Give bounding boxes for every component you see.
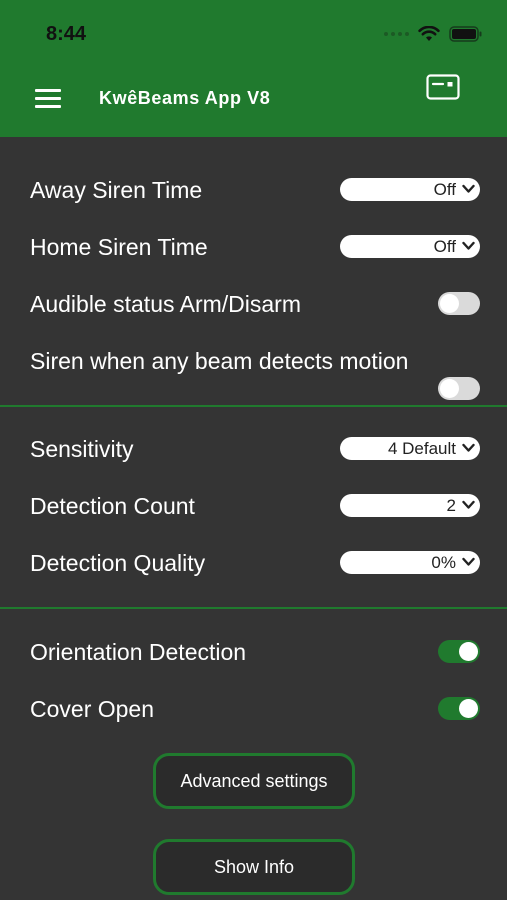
detection-quality-row: Detection Quality 0% <box>30 544 480 580</box>
toggle-knob <box>459 642 478 661</box>
advanced-settings-button[interactable]: Advanced settings <box>153 753 355 809</box>
home-siren-select[interactable]: Off <box>340 235 480 258</box>
home-siren-value: Off <box>433 237 456 256</box>
audible-status-label: Audible status Arm/Disarm <box>30 291 301 317</box>
status-time: 8:44 <box>46 23 87 45</box>
audible-status-row: Audible status Arm/Disarm <box>30 285 480 321</box>
app-screen: 8:44 KwêBeams App V8 Away Siren Time Off… <box>0 0 507 900</box>
away-siren-row: Away Siren Time Off <box>30 171 480 207</box>
detection-quality-label: Detection Quality <box>30 550 206 576</box>
chevron-down-icon <box>462 500 475 509</box>
any-beam-siren-label: Siren when any beam detects motion <box>30 348 409 374</box>
detection-count-label: Detection Count <box>30 493 195 519</box>
orientation-detection-toggle[interactable] <box>438 640 480 663</box>
home-siren-label: Home Siren Time <box>30 234 208 260</box>
status-icons <box>384 24 483 44</box>
app-header: 8:44 KwêBeams App V8 <box>0 0 507 137</box>
sensitivity-label: Sensitivity <box>30 436 134 462</box>
orientation-detection-label: Orientation Detection <box>30 639 247 665</box>
detection-count-select[interactable]: 2 <box>340 494 480 517</box>
toggle-knob <box>440 294 459 313</box>
wifi-icon <box>418 26 440 42</box>
chevron-down-icon <box>462 557 475 566</box>
toggle-knob <box>440 379 459 398</box>
any-beam-siren-toggle[interactable] <box>438 377 480 400</box>
detection-quality-select[interactable]: 0% <box>340 551 480 574</box>
sensitivity-value: 4 Default <box>387 439 456 458</box>
cover-open-row: Cover Open <box>30 690 480 726</box>
sensitivity-row: Sensitivity 4 Default <box>30 430 480 466</box>
away-siren-label: Away Siren Time <box>30 177 203 203</box>
cover-open-label: Cover Open <box>30 696 155 722</box>
section-divider <box>0 607 507 609</box>
detection-count-value: 2 <box>446 496 456 515</box>
home-siren-row: Home Siren Time Off <box>30 228 480 264</box>
card-icon[interactable] <box>426 74 460 100</box>
chevron-down-icon <box>462 443 475 452</box>
orientation-detection-row: Orientation Detection <box>30 633 480 669</box>
signal-dots-icon <box>384 32 409 36</box>
detection-count-row: Detection Count 2 <box>30 487 480 523</box>
any-beam-siren-row: Siren when any beam detects motion <box>30 342 480 402</box>
away-siren-select[interactable]: Off <box>340 178 480 201</box>
sensitivity-select[interactable]: 4 Default <box>340 437 480 460</box>
hamburger-menu-icon[interactable] <box>35 89 61 109</box>
cover-open-toggle[interactable] <box>438 697 480 720</box>
show-info-button[interactable]: Show Info <box>153 839 355 895</box>
detection-quality-value: 0% <box>431 553 456 572</box>
toggle-knob <box>459 699 478 718</box>
away-siren-value: Off <box>433 180 456 199</box>
battery-icon <box>449 26 483 42</box>
audible-status-toggle[interactable] <box>438 292 480 315</box>
chevron-down-icon <box>462 241 475 250</box>
app-title: KwêBeams App V8 <box>99 88 271 108</box>
chevron-down-icon <box>462 184 475 193</box>
section-divider <box>0 405 507 407</box>
